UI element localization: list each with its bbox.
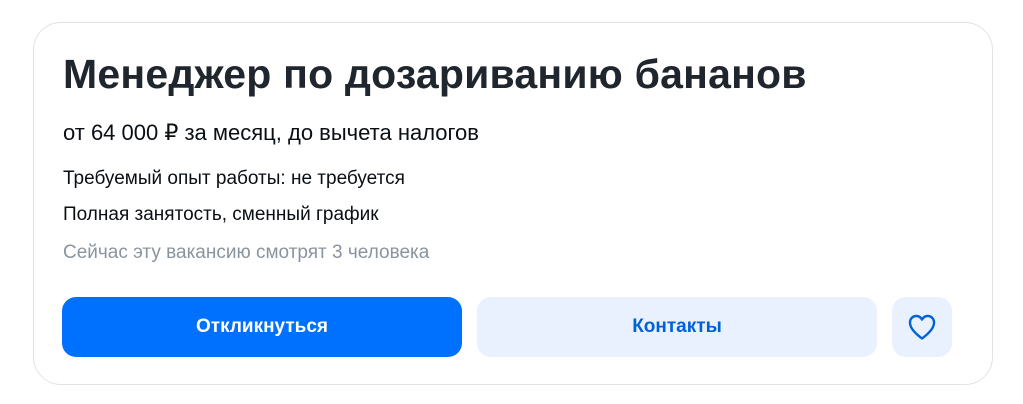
vacancy-salary: от 64 000 ₽ за месяц, до вычета налогов [63, 120, 479, 145]
vacancy-title: Менеджер по дозариванию бананов [63, 51, 807, 97]
employment-type: Полная занятость, сменный график [63, 204, 379, 225]
heart-icon [907, 313, 937, 341]
respond-button[interactable]: Откликнуться [62, 297, 462, 357]
contacts-button[interactable]: Контакты [477, 297, 877, 357]
vacancy-card: Менеджер по дозариванию бананов от 64 00… [33, 22, 993, 385]
favorite-button[interactable] [892, 297, 952, 357]
experience-requirement: Требуемый опыт работы: не требуется [63, 168, 405, 189]
watching-counter: Сейчас эту вакансию смотрят 3 человека [63, 242, 430, 263]
